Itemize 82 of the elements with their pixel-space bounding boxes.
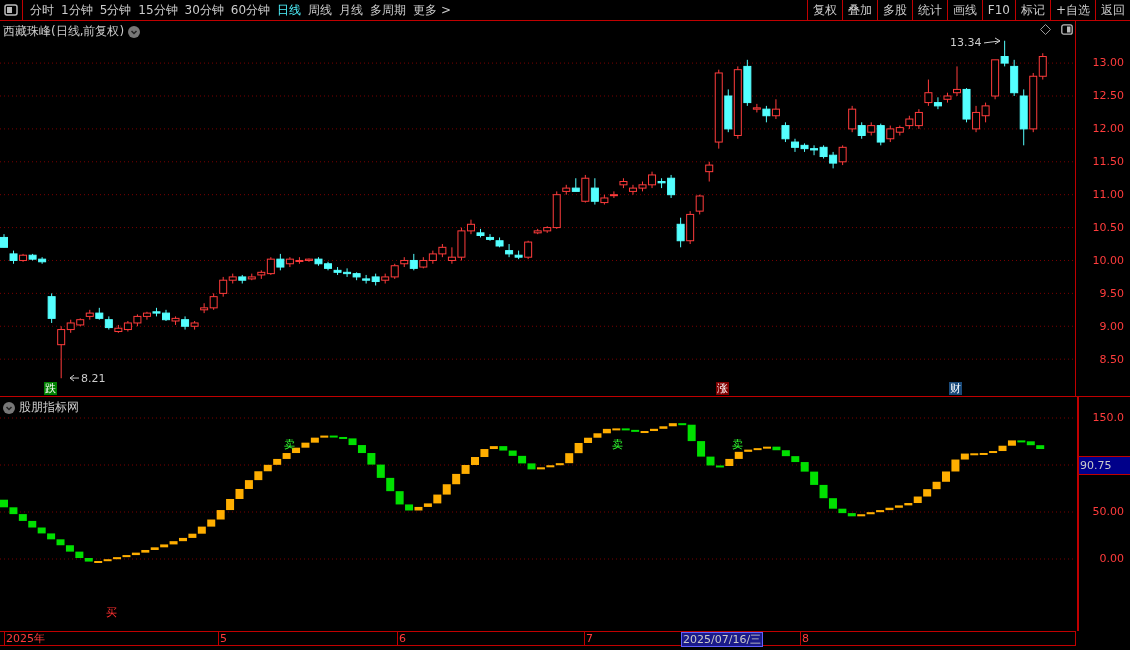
- current-value-label: 90.75: [1079, 456, 1130, 475]
- period-tab[interactable]: 周线: [308, 1, 333, 19]
- period-tab[interactable]: 15分钟: [138, 1, 178, 19]
- toolbar-button[interactable]: 画线: [946, 0, 982, 20]
- candlestick: [57, 325, 66, 379]
- time-label: 6: [397, 632, 406, 645]
- candlestick: [486, 233, 495, 242]
- dropdown-icon[interactable]: [128, 25, 141, 38]
- time-label: 5: [218, 632, 227, 645]
- event-marker[interactable]: 跌: [44, 382, 57, 395]
- period-tab[interactable]: 30分钟: [184, 1, 224, 19]
- candlestick: [771, 98, 780, 120]
- time-label: 7: [584, 632, 593, 645]
- candlestick: [181, 315, 190, 331]
- toolbar-button[interactable]: 叠加: [841, 0, 877, 20]
- candlestick: [781, 121, 790, 143]
- cursor-date-label: 2025/07/16/三: [681, 632, 764, 647]
- period-tab[interactable]: 分时: [30, 1, 54, 19]
- candlestick: [362, 274, 371, 284]
- leader-arrow: [983, 37, 1001, 45]
- candlestick: [924, 79, 933, 107]
- candlestick: [47, 292, 56, 324]
- axis-label: 13.00: [1092, 56, 1124, 70]
- toolbar-button[interactable]: F10: [981, 0, 1015, 20]
- candlestick: [505, 243, 514, 258]
- signal-label: 卖: [284, 437, 295, 452]
- axis-label: 10.00: [1092, 254, 1124, 268]
- candlestick: [590, 177, 599, 206]
- candlestick: [581, 174, 590, 204]
- panel-toggle-icon[interactable]: [1061, 24, 1073, 35]
- axis-label: 12.50: [1092, 89, 1124, 103]
- signal-label: 卖: [612, 437, 623, 452]
- toolbar-button[interactable]: 标记: [1014, 0, 1050, 20]
- diamond-icon[interactable]: [1040, 24, 1051, 35]
- time-label: 2025年: [4, 632, 45, 645]
- axis-label: 11.00: [1092, 188, 1124, 202]
- axis-label: 50.00: [1092, 505, 1124, 518]
- axis-label: 0.00: [1099, 552, 1124, 565]
- candlestick: [609, 190, 618, 199]
- leader-arrow: [69, 374, 80, 382]
- period-tab[interactable]: 5分钟: [99, 1, 132, 19]
- indicator-title: 股朋指标网: [19, 399, 79, 416]
- candlestick: [848, 105, 857, 133]
- axis-label: 11.50: [1092, 155, 1124, 169]
- axis-label: 12.00: [1092, 122, 1124, 136]
- price-label: 13.34: [950, 36, 982, 49]
- event-marker[interactable]: 涨: [716, 382, 729, 395]
- toolbar-button[interactable]: 返回: [1095, 0, 1130, 20]
- candlestick: [200, 302, 209, 314]
- panel-toggle-icon[interactable]: [4, 4, 18, 16]
- candlestick: [953, 65, 961, 97]
- axis-label: 9.00: [1099, 320, 1124, 334]
- event-marker[interactable]: 财: [949, 382, 962, 395]
- candlestick: [676, 217, 685, 248]
- candlestick: [876, 123, 885, 146]
- signal-label: 买: [106, 605, 117, 620]
- signal-label: 卖: [732, 437, 743, 452]
- price-label: 8.21: [81, 372, 106, 385]
- candlestick: [1000, 40, 1009, 67]
- toolbar-button[interactable]: 统计: [911, 0, 947, 20]
- period-tab[interactable]: 1分钟: [61, 1, 93, 19]
- candlestick: [219, 276, 228, 298]
- candlestick: [933, 96, 942, 110]
- period-tab[interactable]: 月线: [339, 1, 364, 19]
- time-label: 8: [800, 632, 809, 645]
- axis-label: 8.50: [1099, 353, 1124, 367]
- period-tab[interactable]: 多周期: [370, 1, 407, 19]
- chart-title: 西藏珠峰(日线,前复权): [3, 23, 125, 40]
- period-tab[interactable]: 60分钟: [230, 1, 271, 19]
- axis-label: 9.50: [1099, 287, 1124, 301]
- toolbar-button[interactable]: 多股: [876, 0, 912, 20]
- candlestick: [705, 161, 714, 183]
- candlestick: [838, 144, 847, 166]
- period-tab[interactable]: 日线: [277, 1, 302, 19]
- period-tab[interactable]: 更多 >: [413, 1, 451, 19]
- candlestick: [1038, 52, 1047, 81]
- axis-label: 150.0: [1092, 411, 1124, 424]
- toolbar-button[interactable]: +自选: [1049, 0, 1095, 20]
- dropdown-icon[interactable]: [3, 401, 15, 414]
- axis-label: 10.50: [1092, 221, 1124, 235]
- toolbar-button[interactable]: 复权: [806, 0, 842, 20]
- candlestick: [752, 103, 761, 113]
